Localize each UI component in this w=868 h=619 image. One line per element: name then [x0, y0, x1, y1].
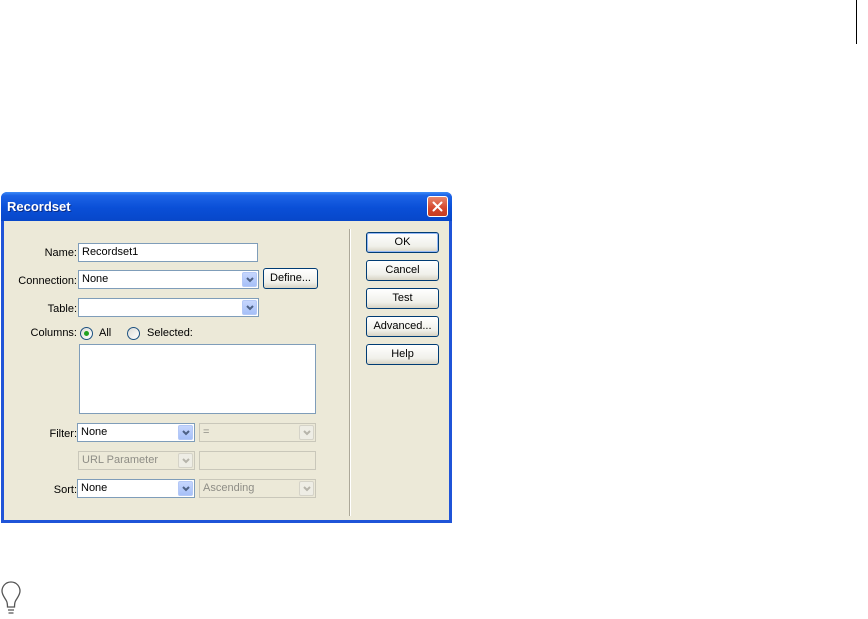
dialog-title: Recordset [7, 199, 71, 214]
chevron-down-icon[interactable] [242, 300, 257, 315]
advanced-button[interactable]: Advanced... [366, 316, 439, 337]
close-icon [432, 201, 443, 212]
chevron-down-icon [178, 453, 193, 468]
dialog-body: Name: Recordset1 Connection: None Define… [4, 221, 449, 520]
table-select[interactable] [78, 298, 259, 317]
vertical-separator [349, 229, 351, 516]
ok-button[interactable]: OK [366, 232, 439, 253]
connection-value: None [82, 273, 109, 285]
close-button[interactable] [427, 196, 448, 217]
filter-select[interactable]: None [77, 423, 195, 442]
recordset-dialog: Recordset Name: Recordset1 Connection: N… [1, 192, 452, 523]
help-button[interactable]: Help [366, 344, 439, 365]
columns-selected-label[interactable]: Selected: [147, 327, 193, 339]
chevron-down-icon[interactable] [242, 272, 257, 287]
sort-select[interactable]: None [77, 479, 195, 498]
chevron-down-icon [299, 425, 314, 440]
test-button[interactable]: Test [366, 288, 439, 309]
filter-operator-value: = [203, 426, 210, 438]
cancel-button[interactable]: Cancel [366, 260, 439, 281]
page-edge-rule [856, 0, 857, 44]
filter-source-value-input [199, 451, 316, 470]
connection-select[interactable]: None [78, 270, 259, 289]
sort-value: None [81, 482, 108, 494]
name-label: Name: [44, 247, 77, 259]
filter-value: None [81, 426, 108, 438]
filter-source-value: URL Parameter [82, 454, 159, 466]
filter-label: Filter: [49, 428, 78, 440]
columns-list[interactable] [79, 344, 316, 414]
sort-label: Sort: [53, 484, 77, 496]
chevron-down-icon[interactable] [178, 481, 193, 496]
chevron-down-icon[interactable] [178, 425, 193, 440]
define-button[interactable]: Define... [263, 268, 318, 289]
chevron-down-icon [299, 481, 314, 496]
connection-label: Connection: [18, 275, 77, 287]
lightbulb-icon [1, 581, 21, 614]
filter-source-select: URL Parameter [78, 451, 195, 470]
title-bar[interactable]: Recordset [1, 192, 452, 221]
table-label: Table: [47, 303, 77, 315]
filter-operator-select: = [199, 423, 316, 442]
sort-direction-select: Ascending [199, 479, 316, 498]
columns-selected-radio[interactable] [127, 327, 140, 340]
sort-direction-value: Ascending [203, 482, 255, 494]
columns-all-radio[interactable] [80, 327, 93, 340]
name-input[interactable]: Recordset1 [78, 243, 258, 262]
columns-all-label[interactable]: All [99, 327, 111, 339]
columns-label: Columns: [30, 327, 77, 339]
